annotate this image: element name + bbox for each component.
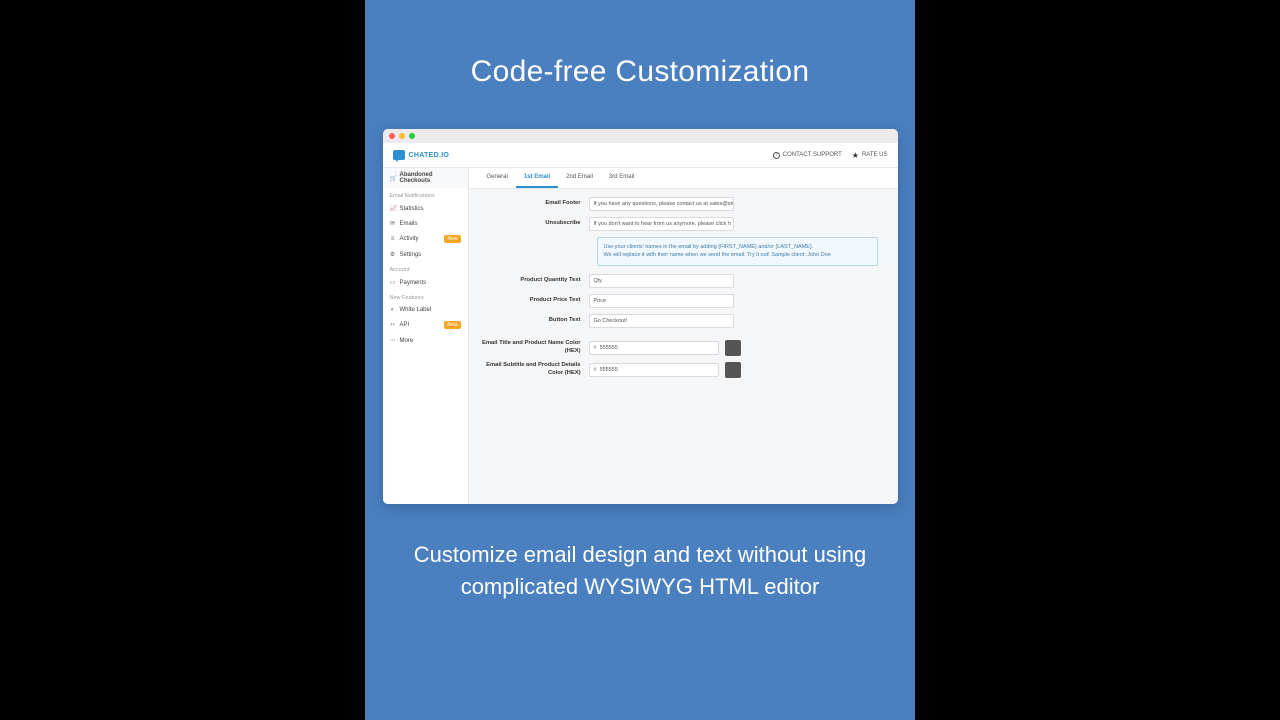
minimize-icon[interactable] [399, 133, 405, 139]
brand-logo[interactable]: CHATED.IO [393, 150, 450, 160]
card-icon: ▭ [390, 279, 396, 286]
tab-general[interactable]: General [479, 168, 516, 188]
promo-subtext: Customize email design and text without … [365, 539, 915, 603]
sidebar-item-statistics[interactable]: 📈 Statistics [383, 201, 468, 216]
main-content: General 1st Email 2nd Email 3rd Email Em… [469, 168, 898, 504]
ellipsis-icon: ⋯ [390, 337, 396, 344]
sidebar-item-activity[interactable]: ≡ Activity New [383, 231, 468, 247]
row-title-color: Email Title and Product Name Color (HEX)… [481, 340, 886, 356]
tab-first-email[interactable]: 1st Email [516, 168, 558, 188]
row-unsubscribe: Unsubscribe If you don't want to hear fr… [481, 217, 886, 231]
label-title-color: Email Title and Product Name Color (HEX) [481, 340, 589, 355]
top-actions: ? CONTACT SUPPORT ★ RATE US [773, 151, 888, 160]
label-email-footer: Email Footer [481, 200, 589, 208]
close-icon[interactable] [389, 133, 395, 139]
sidebar-item-abandoned-checkouts[interactable]: 🛒 Abandoned Checkouts [383, 168, 468, 188]
sidebar-section-notifications: Email Notifications [383, 188, 468, 201]
sidebar-section-features: New Features [383, 290, 468, 303]
tip-line-2: We will replace it with their name when … [604, 251, 871, 259]
app-body: 🛒 Abandoned Checkouts Email Notification… [383, 168, 898, 504]
topbar: CHATED.IO ? CONTACT SUPPORT ★ RATE US [383, 143, 898, 168]
label-qty-text: Product Quantity Text [481, 277, 589, 285]
sidebar-item-label: Payments [400, 280, 427, 286]
sidebar-item-api[interactable]: ‹› API Beta [383, 317, 468, 333]
label-price-text: Product Price Text [481, 297, 589, 305]
globe-icon: ◐ [390, 307, 396, 313]
sidebar-item-label: White Label [400, 307, 432, 313]
mail-icon: ✉ [390, 220, 396, 227]
contact-support-label: CONTACT SUPPORT [783, 152, 842, 158]
sidebar-item-label: Settings [400, 252, 422, 258]
row-qty-text: Product Quantity Text Qty [481, 274, 886, 288]
sidebar-item-label: Activity [400, 236, 419, 242]
row-email-footer: Email Footer If you have any questions, … [481, 197, 886, 211]
contact-support-link[interactable]: ? CONTACT SUPPORT [773, 152, 842, 159]
input-qty-text[interactable]: Qty [589, 274, 734, 288]
brand-name: CHATED.IO [409, 152, 450, 159]
window-titlebar [383, 129, 898, 143]
title-color-value: 555555 [600, 345, 618, 351]
sidebar-primary-label: Abandoned Checkouts [400, 172, 461, 184]
sidebar: 🛒 Abandoned Checkouts Email Notification… [383, 168, 469, 504]
form-area: Email Footer If you have any questions, … [469, 189, 898, 504]
input-email-footer[interactable]: If you have any questions, please contac… [589, 197, 734, 211]
sidebar-item-payments[interactable]: ▭ Payments [383, 275, 468, 290]
tabs: General 1st Email 2nd Email 3rd Email [469, 168, 898, 189]
code-icon: ‹› [390, 322, 396, 328]
sidebar-section-account: Account [383, 262, 468, 275]
chart-icon: 📈 [390, 205, 396, 212]
rate-us-label: RATE US [862, 152, 888, 158]
input-title-color[interactable]: # 555555 [589, 341, 719, 355]
tab-second-email[interactable]: 2nd Email [558, 168, 601, 188]
label-subtitle-color: Email Subtitle and Product Details Color… [481, 362, 589, 377]
row-price-text: Product Price Text Price [481, 294, 886, 308]
chat-icon [393, 150, 405, 160]
input-button-text[interactable]: Go Checkout! [589, 314, 734, 328]
beta-badge: Beta [444, 321, 460, 329]
app-window: CHATED.IO ? CONTACT SUPPORT ★ RATE US 🛒 … [383, 129, 898, 504]
subtitle-color-swatch[interactable] [725, 362, 741, 378]
input-price-text[interactable]: Price [589, 294, 734, 308]
sidebar-item-label: More [400, 338, 414, 344]
title-color-swatch[interactable] [725, 340, 741, 356]
maximize-icon[interactable] [409, 133, 415, 139]
sidebar-item-label: Emails [400, 221, 418, 227]
label-unsubscribe: Unsubscribe [481, 220, 589, 228]
sidebar-item-emails[interactable]: ✉ Emails [383, 216, 468, 231]
rate-us-link[interactable]: ★ RATE US [852, 151, 888, 160]
star-icon: ★ [852, 151, 859, 160]
help-icon: ? [773, 152, 780, 159]
cart-icon: 🛒 [390, 175, 396, 182]
promo-panel: Code-free Customization CHATED.IO ? CONT… [365, 0, 915, 720]
gear-icon: ⚙ [390, 251, 396, 258]
sidebar-item-whitelabel[interactable]: ◐ White Label [383, 303, 468, 317]
sidebar-item-more[interactable]: ⋯ More [383, 333, 468, 348]
activity-icon: ≡ [390, 236, 396, 242]
hex-prefix: # [594, 345, 597, 351]
new-badge: New [444, 235, 460, 243]
label-button-text: Button Text [481, 317, 589, 325]
subtitle-color-value: 555555 [600, 367, 618, 373]
input-subtitle-color[interactable]: # 555555 [589, 363, 719, 377]
sidebar-item-label: Statistics [400, 206, 424, 212]
tip-box: Use your clients' names in the email by … [597, 237, 878, 266]
tab-third-email[interactable]: 3rd Email [601, 168, 642, 188]
row-button-text: Button Text Go Checkout! [481, 314, 886, 328]
input-unsubscribe[interactable]: If you don't want to hear from us anymor… [589, 217, 734, 231]
sidebar-item-settings[interactable]: ⚙ Settings [383, 247, 468, 262]
sidebar-item-label: API [400, 322, 410, 328]
promo-heading: Code-free Customization [471, 55, 810, 89]
tip-line-1: Use your clients' names in the email by … [604, 243, 871, 251]
row-subtitle-color: Email Subtitle and Product Details Color… [481, 362, 886, 378]
hex-prefix: # [594, 367, 597, 373]
